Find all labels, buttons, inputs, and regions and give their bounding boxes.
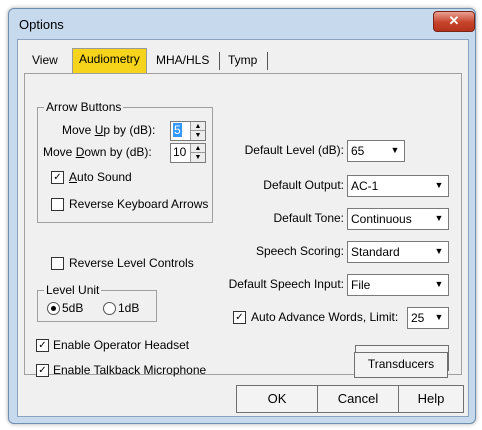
default-speech-input-select[interactable]: File ▼ [347,274,449,296]
tab-separator [267,52,268,70]
auto-sound-checkbox[interactable]: ✓ [51,171,64,184]
spin-up-icon[interactable]: ▲ [190,122,205,131]
default-tone-label: Default Tone: [273,211,345,225]
default-speech-input-value: File [351,278,371,292]
move-up-stepper[interactable]: 5 ▲ ▼ [170,121,206,141]
reverse-level-controls-label: Reverse Level Controls [69,256,194,270]
default-level-value: 65 [351,144,365,158]
move-down-value[interactable]: 10 [173,145,186,159]
level-unit-5db-radio[interactable] [47,302,60,315]
default-level-label: Default Level (dB): [244,143,344,157]
auto-advance-limit-select[interactable]: 25 ▼ [407,307,449,329]
auto-sound-label: Auto Sound [69,170,132,184]
ok-button[interactable]: OK [236,385,318,413]
enable-operator-headset-checkbox[interactable]: ✓ [36,339,49,352]
audiometry-panel: Arrow Buttons Move Up by (dB): 5 ▲ ▼ Mov… [24,73,462,377]
spin-down-icon[interactable]: ▼ [190,153,205,162]
speech-scoring-value: Standard [351,245,400,259]
reverse-keyboard-arrows-checkbox[interactable] [51,198,64,211]
tab-view[interactable]: View [26,50,64,72]
chevron-down-icon[interactable]: ▼ [432,244,446,259]
default-output-value: AC-1 [351,179,379,193]
help-button[interactable]: Help [398,385,464,413]
default-output-select[interactable]: AC-1 ▼ [347,175,449,197]
reverse-keyboard-arrows-label: Reverse Keyboard Arrows [69,197,209,211]
default-speech-input-label: Default Speech Input: [228,277,344,291]
reverse-level-controls-checkbox[interactable] [51,257,64,270]
close-icon: ✕ [448,13,460,28]
spin-down-icon[interactable]: ▼ [190,131,205,140]
auto-advance-words-label: Auto Advance Words, Limit: [251,310,399,324]
chevron-down-icon[interactable]: ▼ [432,277,446,292]
transducers-button[interactable]: Transducers [354,352,448,378]
enable-talkback-microphone-label: Enable Talkback Microphone [53,363,207,377]
tab-tymp[interactable]: Tymp [222,50,264,72]
tab-audiometry[interactable]: Audiometry [72,48,147,73]
chevron-down-icon[interactable]: ▼ [432,211,446,226]
move-down-stepper[interactable]: 10 ▲ ▼ [170,143,206,163]
close-button[interactable]: ✕ [433,11,475,32]
chevron-down-icon[interactable]: ▼ [432,310,446,325]
options-dialog: Options ✕ View Audiometry MHA/HLS Tymp A… [8,8,476,424]
auto-advance-words-checkbox[interactable]: ✓ [233,311,246,324]
auto-advance-limit-value: 25 [411,311,425,325]
speech-scoring-label: Speech Scoring: [255,244,344,258]
level-unit-5db-label: 5dB [62,301,84,315]
tab-mha-hls[interactable]: MHA/HLS [150,50,216,72]
default-level-select[interactable]: 65 ▼ [347,140,405,162]
level-unit-legend: Level Unit [44,283,102,297]
default-output-label: Default Output: [263,178,344,192]
level-unit-1db-label: 1dB [118,301,140,315]
spin-up-icon[interactable]: ▲ [190,144,205,153]
move-up-value[interactable]: 5 [173,123,182,137]
default-tone-value: Continuous [351,212,412,226]
chevron-down-icon[interactable]: ▼ [432,178,446,193]
move-down-label: Move Down by (dB): [43,145,152,159]
cancel-button[interactable]: Cancel [317,385,399,413]
enable-talkback-microphone-checkbox[interactable]: ✓ [36,364,49,377]
enable-operator-headset-label: Enable Operator Headset [53,338,190,352]
speech-scoring-select[interactable]: Standard ▼ [347,241,449,263]
tab-separator [219,52,220,70]
level-unit-1db-radio[interactable] [103,302,116,315]
window-title: Options [19,17,64,32]
title-bar[interactable]: Options ✕ [9,9,475,39]
arrow-buttons-legend: Arrow Buttons [44,100,124,114]
chevron-down-icon[interactable]: ▼ [388,143,402,158]
move-up-label: Move Up by (dB): [62,123,156,137]
dialog-client-area: View Audiometry MHA/HLS Tymp Arrow Butto… [17,39,469,417]
default-tone-select[interactable]: Continuous ▼ [347,208,449,230]
